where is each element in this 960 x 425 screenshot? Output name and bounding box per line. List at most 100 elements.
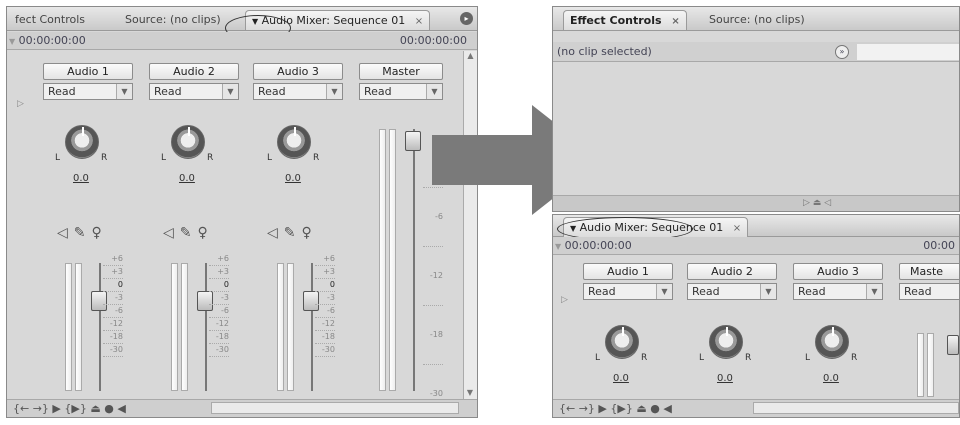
db-scale: +6 +3 0 -3 -6 -12 -18 -30	[103, 253, 123, 357]
automation-mode-select[interactable]: Read ▼	[583, 283, 673, 300]
channel-strip-master: Maste Read	[899, 263, 959, 300]
timecode-left[interactable]: 00:00:00:00	[565, 239, 632, 252]
tab-effect-controls[interactable]: Effect Controls ×	[563, 10, 687, 30]
master-name-button[interactable]: Maste	[899, 263, 959, 280]
channel-controls: ◁✎♀	[57, 225, 108, 241]
timecode-right[interactable]: 00:00	[923, 237, 955, 255]
pan-value[interactable]: 0.0	[823, 373, 839, 384]
scroll-down-icon[interactable]: ▼	[464, 388, 476, 397]
dropdown-arrow-icon: ▼	[326, 84, 342, 99]
scroll-up-icon[interactable]: ▲	[464, 51, 477, 60]
playhead-icon: ▼	[555, 242, 562, 251]
pan-value[interactable]: 0.0	[285, 173, 301, 184]
solo-icon[interactable]: ✎	[74, 225, 92, 241]
fader-track	[99, 263, 101, 391]
channel-strip-2: Audio 2 Read ▼	[687, 263, 777, 300]
mute-icon[interactable]: ◁	[163, 225, 180, 241]
close-icon[interactable]: ×	[733, 219, 741, 239]
pan-knob[interactable]	[277, 125, 311, 159]
master-volume-fader[interactable]	[405, 131, 421, 151]
close-icon[interactable]: ×	[671, 12, 679, 32]
channel-name-button[interactable]: Audio 3	[793, 263, 883, 280]
automation-mode-select[interactable]: Read ▼	[253, 83, 343, 100]
pan-left-label: L	[805, 353, 811, 363]
show-timeline-icon[interactable]: »	[835, 45, 849, 59]
mute-icon[interactable]: ◁	[57, 225, 74, 241]
tab-effect-controls-label: Effect Controls	[570, 14, 662, 27]
channel-strip-2: Audio 2 Read ▼	[149, 63, 239, 100]
mute-icon[interactable]: ◁	[267, 225, 284, 241]
channel-strip-master: Master Read ▼	[359, 63, 443, 100]
pan-left-label: L	[161, 153, 167, 163]
effect-status-row: (no clip selected) »	[553, 42, 959, 62]
horizontal-scrollbar[interactable]	[211, 402, 459, 414]
tab-effect-controls[interactable]: fect Controls	[9, 10, 91, 30]
panel-menu-icon[interactable]: ▸	[460, 12, 473, 25]
dropdown-arrow-icon: ▼	[426, 84, 442, 99]
channel-name-button[interactable]: Audio 1	[583, 263, 673, 280]
pan-knob[interactable]	[65, 125, 99, 159]
automation-mode-select[interactable]: Read ▼	[43, 83, 133, 100]
timeline-area	[857, 44, 959, 60]
master-level-meter	[389, 129, 396, 391]
pan-right-label: R	[101, 153, 108, 163]
pan-left-label: L	[699, 353, 705, 363]
playhead-icon: ▼	[9, 37, 16, 46]
timecode-left[interactable]: 00:00:00:00	[19, 34, 86, 47]
master-name-button[interactable]: Master	[359, 63, 443, 80]
dropdown-arrow-icon: ▼	[656, 284, 672, 299]
transport-controls[interactable]: {← →} ▶ {▶} ⏏ ● ◀	[13, 402, 126, 415]
horizontal-scrollbar[interactable]	[753, 402, 959, 414]
audio-mixer-panel-right: ▼ Audio Mixer: Sequence 01 × ▼ 00:00:00:…	[552, 214, 960, 418]
channel-name-button[interactable]: Audio 1	[43, 63, 133, 80]
level-meter	[287, 263, 294, 391]
automation-mode-select[interactable]: Read	[899, 283, 959, 300]
solo-icon[interactable]: ✎	[284, 225, 302, 241]
level-meter	[181, 263, 188, 391]
master-volume-fader[interactable]	[947, 335, 959, 355]
pan-value[interactable]: 0.0	[613, 373, 629, 384]
automation-mode-value: Read	[692, 285, 720, 298]
tab-source[interactable]: Source: (no clips)	[119, 10, 227, 30]
pan-left-label: L	[55, 153, 61, 163]
dropdown-arrow-icon: ▼	[222, 84, 238, 99]
automation-mode-select[interactable]: Read ▼	[359, 83, 443, 100]
pan-knob[interactable]	[171, 125, 205, 159]
automation-mode-value: Read	[904, 285, 932, 298]
pan-value[interactable]: 0.0	[717, 373, 733, 384]
channel-name-button[interactable]: Audio 3	[253, 63, 343, 80]
channel-strip-3: Audio 3 Read ▼	[253, 63, 343, 100]
record-icon[interactable]: ♀	[302, 225, 318, 241]
record-icon[interactable]: ♀	[198, 225, 214, 241]
channel-name-button[interactable]: Audio 2	[687, 263, 777, 280]
automation-mode-select[interactable]: Read ▼	[149, 83, 239, 100]
vertical-scrollbar[interactable]: ▲ ▼	[463, 51, 477, 399]
channel-name-button[interactable]: Audio 2	[149, 63, 239, 80]
no-clip-status: (no clip selected)	[557, 45, 652, 58]
pan-knob[interactable]	[605, 325, 639, 359]
transport-controls[interactable]: {← →} ▶ {▶} ⏏ ● ◀	[559, 402, 672, 415]
effect-toolbar-icons[interactable]: ▷ ⏏ ◁	[803, 198, 831, 208]
level-meter	[171, 263, 178, 391]
pan-knob[interactable]	[709, 325, 743, 359]
db-scale: +6 +3 0 -3 -6 -12 -18 -30	[315, 253, 335, 357]
pan-value[interactable]: 0.0	[179, 173, 195, 184]
automation-mode-select[interactable]: Read ▼	[793, 283, 883, 300]
record-icon[interactable]: ♀	[92, 225, 108, 241]
dropdown-arrow-icon: ▼	[866, 284, 882, 299]
automation-mode-value: Read	[798, 285, 826, 298]
expand-arrow-icon[interactable]: ▷	[561, 295, 568, 305]
channel-controls: ◁✎♀	[267, 225, 318, 241]
level-meter	[277, 263, 284, 391]
automation-mode-value: Read	[588, 285, 616, 298]
timecode-right[interactable]: 00:00:00:00	[400, 32, 467, 50]
expand-arrow-icon[interactable]: ▷	[17, 99, 24, 109]
pan-knob[interactable]	[815, 325, 849, 359]
automation-mode-select[interactable]: Read ▼	[687, 283, 777, 300]
pan-value[interactable]: 0.0	[73, 173, 89, 184]
tab-source[interactable]: Source: (no clips)	[703, 10, 811, 30]
pan-left-label: L	[267, 153, 273, 163]
close-icon[interactable]: ×	[415, 12, 423, 32]
db-scale: +6 +3 0 -3 -6 -12 -18 -30	[209, 253, 229, 357]
solo-icon[interactable]: ✎	[180, 225, 198, 241]
